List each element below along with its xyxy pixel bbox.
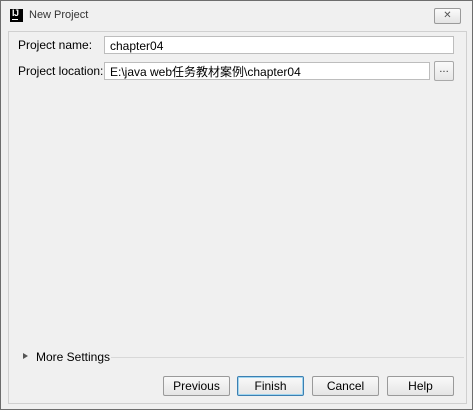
project-name-input[interactable]: chapter04: [104, 36, 454, 54]
expand-triangle-icon[interactable]: [23, 353, 28, 359]
dialog-content: [8, 31, 467, 404]
close-icon: ✕: [443, 10, 452, 21]
title-bar: IJ New Project ✕: [1, 1, 472, 31]
close-button[interactable]: ✕: [434, 8, 461, 24]
window-title: New Project: [29, 9, 89, 21]
previous-button[interactable]: Previous: [163, 376, 230, 396]
browse-button[interactable]: ...: [434, 61, 454, 81]
cancel-button[interactable]: Cancel: [312, 376, 379, 396]
help-button[interactable]: Help: [387, 376, 454, 396]
more-settings-label: More Settings: [36, 350, 111, 364]
project-name-label: Project name:: [18, 38, 93, 52]
new-project-dialog: IJ New Project ✕ Project name: chapter04…: [0, 0, 473, 410]
project-location-input[interactable]: E:\java web任务教材案例\chapter04: [104, 62, 430, 80]
finish-button[interactable]: Finish: [237, 376, 304, 396]
intellij-icon: IJ: [10, 8, 23, 22]
project-location-label: Project location:: [18, 64, 104, 78]
more-settings-divider: [111, 357, 464, 358]
